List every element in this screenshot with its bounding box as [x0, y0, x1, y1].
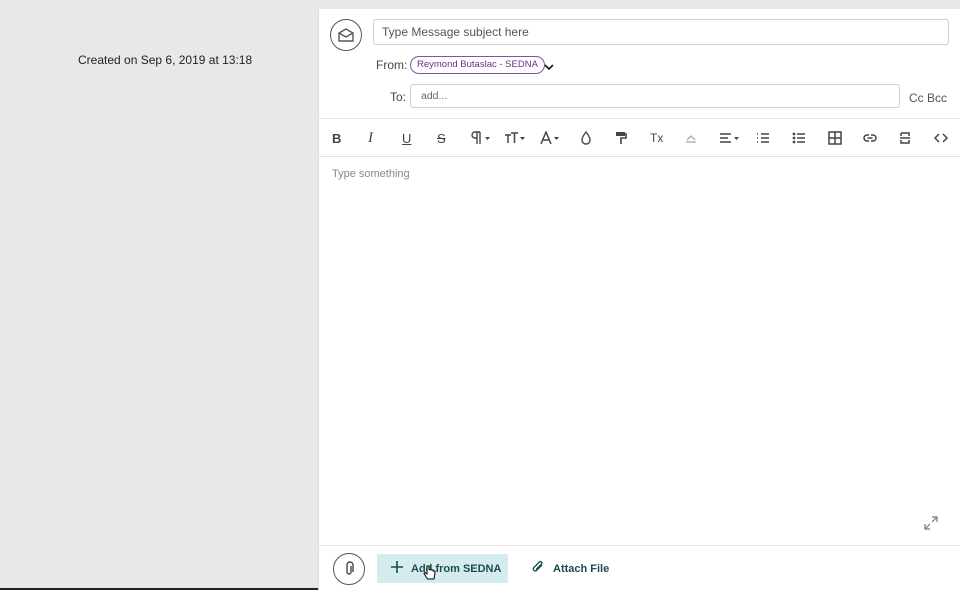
cc-toggle[interactable]: Cc: [909, 91, 924, 105]
bullet-list-icon[interactable]: [792, 129, 806, 147]
attach-file-label: Attach File: [553, 562, 610, 575]
paint-format-icon[interactable]: [615, 129, 627, 147]
add-from-sedna-button[interactable]: Add from SEDNA: [377, 554, 508, 583]
table-icon[interactable]: [828, 129, 842, 147]
expand-icon[interactable]: [924, 516, 938, 535]
paperclip-icon[interactable]: [333, 553, 365, 585]
underline-button[interactable]: U: [402, 129, 411, 147]
body-placeholder: Type something: [332, 168, 410, 180]
attachment-icon: [531, 560, 545, 577]
italic-button[interactable]: I: [368, 129, 373, 147]
formatting-toolbar: B I U S Tx: [319, 119, 960, 157]
from-label: From:: [376, 58, 408, 72]
bold-button[interactable]: B: [332, 129, 341, 147]
composer-header: From: Reymond Butaslac - SEDNA To: Cc Bc…: [319, 9, 960, 119]
left-pane: Created on Sep 6, 2019 at 13:18: [0, 0, 318, 590]
envelope-icon[interactable]: [330, 19, 362, 51]
message-composer: From: Reymond Butaslac - SEDNA To: Cc Bc…: [318, 9, 960, 590]
to-label: To:: [390, 90, 407, 104]
chevron-down-icon[interactable]: [543, 59, 555, 77]
strikethrough-block-icon[interactable]: [899, 129, 911, 147]
created-timestamp: Created on Sep 6, 2019 at 13:18: [78, 53, 253, 67]
from-sender-chip[interactable]: Reymond Butaslac - SEDNA: [410, 56, 545, 74]
attach-file-button[interactable]: Attach File: [531, 554, 609, 583]
font-color-icon[interactable]: [540, 129, 562, 147]
strikethrough-button[interactable]: S: [437, 129, 446, 147]
code-view-icon[interactable]: [934, 129, 948, 147]
align-icon[interactable]: [719, 129, 741, 147]
plus-icon: [391, 561, 403, 576]
horizontal-rule-icon[interactable]: [685, 129, 697, 147]
subject-input[interactable]: [373, 19, 949, 45]
message-body-editor[interactable]: Type something: [319, 157, 960, 547]
link-icon[interactable]: [863, 129, 877, 147]
paragraph-format-icon[interactable]: [469, 129, 491, 147]
ordered-list-icon[interactable]: [756, 129, 770, 147]
font-size-icon[interactable]: [504, 129, 526, 147]
to-recipient-input[interactable]: [410, 84, 900, 108]
hand-cursor-icon: [423, 565, 437, 586]
highlight-drop-icon[interactable]: [580, 129, 592, 147]
clear-format-button[interactable]: Tx: [650, 129, 663, 147]
bcc-toggle[interactable]: Bcc: [927, 91, 947, 105]
composer-footer: Add from SEDNA Attach File: [319, 545, 960, 590]
